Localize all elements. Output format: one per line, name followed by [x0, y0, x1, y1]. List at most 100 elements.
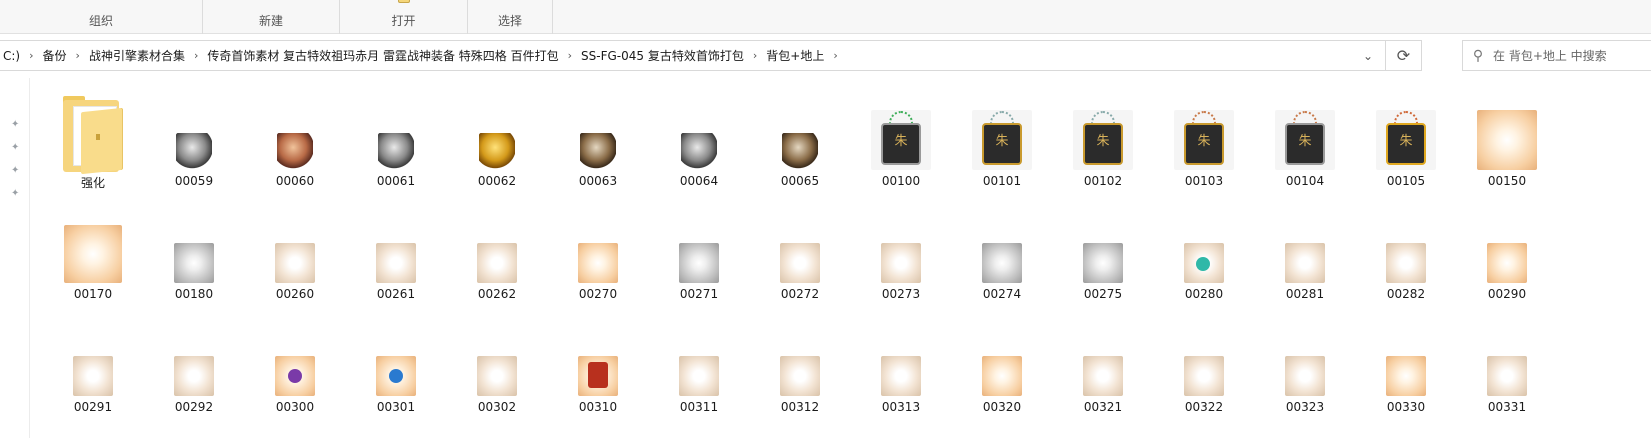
file-item[interactable]: 00065 [750, 88, 850, 200]
pin-icon: ✦ [11, 188, 20, 199]
image-thumbnail [378, 133, 414, 169]
file-item[interactable]: 00180 [144, 201, 244, 313]
file-item[interactable]: 00170 [43, 201, 143, 313]
file-item[interactable]: 00063 [548, 88, 648, 200]
image-thumbnail [982, 356, 1022, 396]
search-icon: ⚲ [1472, 47, 1484, 64]
file-item[interactable]: 00300 [245, 314, 345, 426]
file-item[interactable]: 00331 [1457, 314, 1557, 426]
file-item[interactable]: 00302 [447, 314, 547, 426]
file-item[interactable]: 00059 [144, 88, 244, 200]
file-item[interactable]: 00312 [750, 314, 850, 426]
image-thumbnail [376, 243, 416, 283]
file-item[interactable]: 00330 [1356, 314, 1456, 426]
ribbon-group-open[interactable]: 打开 [340, 0, 468, 34]
file-name: 00311 [679, 400, 719, 414]
refresh-icon[interactable]: ⟳ [1385, 41, 1421, 70]
ribbon-group-select[interactable]: 选择 [468, 0, 553, 34]
image-thumbnail [1184, 356, 1224, 396]
file-item[interactable]: 00323 [1255, 314, 1355, 426]
file-row: 00170 00180 00260 00261 00262 00270 0027… [43, 201, 1651, 313]
file-item[interactable]: 00291 [43, 314, 143, 426]
file-name: 00275 [1083, 287, 1123, 301]
breadcrumb-separator[interactable]: › [828, 49, 842, 62]
file-item[interactable]: 00275 [1053, 201, 1153, 313]
file-item[interactable]: 00060 [245, 88, 345, 200]
file-item[interactable]: 00273 [851, 201, 951, 313]
file-name: 00065 [780, 174, 820, 188]
pin-icon: ✦ [11, 165, 20, 176]
file-item[interactable]: 00150 [1457, 88, 1557, 200]
file-item[interactable]: 00281 [1255, 201, 1355, 313]
image-thumbnail: 朱 [972, 110, 1032, 170]
image-thumbnail [578, 243, 618, 283]
file-item[interactable]: 00271 [649, 201, 749, 313]
image-thumbnail [782, 133, 818, 169]
file-item-folder[interactable]: 强化 [43, 88, 143, 200]
breadcrumb-item-engine[interactable]: 战神引擎素材合集 [85, 47, 189, 64]
breadcrumb-separator[interactable]: › [24, 49, 38, 62]
file-item[interactable]: 00311 [649, 314, 749, 426]
file-item[interactable]: 00292 [144, 314, 244, 426]
breadcrumb-separator[interactable]: › [563, 49, 577, 62]
file-name: 00101 [982, 174, 1022, 188]
file-item[interactable]: 00301 [346, 314, 446, 426]
image-thumbnail: 朱 [871, 110, 931, 170]
file-name: 00180 [174, 287, 214, 301]
file-item[interactable]: 朱 00103 [1154, 88, 1254, 200]
file-item[interactable]: 朱 00104 [1255, 88, 1355, 200]
breadcrumb-item-jewelry[interactable]: 传奇首饰素材 复古特效祖玛赤月 雷霆战神装备 特殊四格 百件打包 [203, 47, 562, 64]
file-item[interactable]: 00061 [346, 88, 446, 200]
file-name: 00282 [1386, 287, 1426, 301]
file-item[interactable]: 00290 [1457, 201, 1557, 313]
ribbon-group-new[interactable]: 新建 [203, 0, 340, 34]
image-thumbnail [1083, 356, 1123, 396]
file-item[interactable]: 朱 00100 [851, 88, 951, 200]
breadcrumb-item-drive[interactable]: C:) [0, 49, 24, 63]
file-item[interactable]: 00313 [851, 314, 951, 426]
tag-glyph: 朱 [1298, 134, 1312, 150]
image-thumbnail [982, 243, 1022, 283]
file-item[interactable]: 朱 00101 [952, 88, 1052, 200]
file-item[interactable]: 00064 [649, 88, 749, 200]
file-item[interactable]: 00280 [1154, 201, 1254, 313]
ribbon-group-organize[interactable]: 组织 [0, 0, 203, 34]
file-name: 强化 [80, 176, 105, 190]
image-thumbnail [1386, 243, 1426, 283]
file-name: 00290 [1487, 287, 1527, 301]
file-item[interactable]: 00322 [1154, 314, 1254, 426]
image-thumbnail [881, 356, 921, 396]
file-name: 00273 [881, 287, 921, 301]
breadcrumb-item-current[interactable]: 背包+地上 [762, 47, 828, 64]
breadcrumb-separator[interactable]: › [189, 49, 203, 62]
file-name: 00272 [780, 287, 820, 301]
ribbon: 组织 新建 打开 选择 [0, 0, 1651, 34]
file-item[interactable]: 00062 [447, 88, 547, 200]
file-item[interactable]: 00282 [1356, 201, 1456, 313]
breadcrumb-separator[interactable]: › [748, 49, 762, 62]
file-name: 00170 [73, 287, 113, 301]
breadcrumb-item-pack[interactable]: SS-FG-045 复古特效首饰打包 [577, 47, 748, 64]
file-item[interactable]: 00320 [952, 314, 1052, 426]
navigation-pane[interactable]: ✦ ✦ ✦ ✦ [0, 78, 30, 438]
file-item[interactable]: 00261 [346, 201, 446, 313]
address-bar[interactable]: C:) › 备份 › 战神引擎素材合集 › 传奇首饰素材 复古特效祖玛赤月 雷霆… [0, 40, 1422, 71]
chevron-down-icon[interactable]: ⌄ [1355, 41, 1381, 70]
file-name: 00100 [881, 174, 921, 188]
file-name: 00270 [578, 287, 618, 301]
file-item[interactable]: 朱 00102 [1053, 88, 1153, 200]
file-item[interactable]: 00260 [245, 201, 345, 313]
breadcrumb-item-backup[interactable]: 备份 [39, 47, 71, 64]
search-input[interactable]: ⚲ 在 背包+地上 中搜索 [1462, 40, 1651, 71]
file-item[interactable]: 朱 00105 [1356, 88, 1456, 200]
file-item[interactable]: 00262 [447, 201, 547, 313]
file-item[interactable]: 00321 [1053, 314, 1153, 426]
file-item[interactable]: 00270 [548, 201, 648, 313]
file-item[interactable]: 00272 [750, 201, 850, 313]
breadcrumb-separator[interactable]: › [71, 49, 85, 62]
file-item[interactable]: 00274 [952, 201, 1052, 313]
image-thumbnail [580, 133, 616, 169]
address-row: C:) › 备份 › 战神引擎素材合集 › 传奇首饰素材 复古特效祖玛赤月 雷霆… [0, 40, 1651, 72]
file-name: 00062 [477, 174, 517, 188]
file-item[interactable]: 00310 [548, 314, 648, 426]
